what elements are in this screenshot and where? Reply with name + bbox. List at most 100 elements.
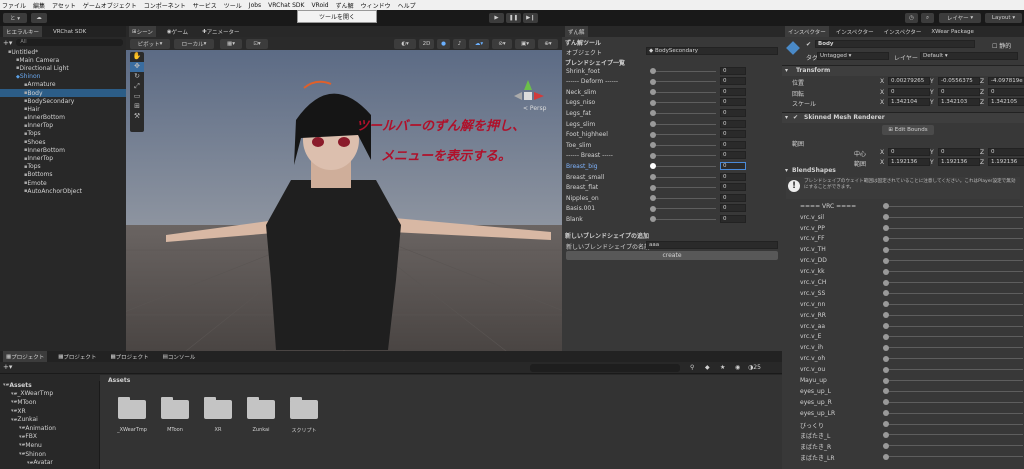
folder-icon[interactable] <box>161 397 189 419</box>
blendshape-slider[interactable] <box>650 195 716 202</box>
slider-knob[interactable] <box>883 279 889 286</box>
smr-enabled-checkbox[interactable]: ✔ <box>793 113 798 123</box>
extent-x-field[interactable]: 1.192136 <box>888 157 930 166</box>
tab-console[interactable]: ▤ コンソール <box>160 351 199 362</box>
slider-knob[interactable] <box>883 431 889 438</box>
menu-item[interactable]: ツール <box>224 1 242 10</box>
transform-z-field[interactable]: 1.342105 <box>988 98 1024 107</box>
tab-game[interactable]: ◉ ゲーム <box>164 26 191 37</box>
menu-item[interactable]: アセット <box>52 1 76 10</box>
scale-tool-icon[interactable]: ⤢ <box>130 82 144 92</box>
hierarchy-item[interactable]: ▪ Emote <box>0 179 126 187</box>
slider-knob[interactable] <box>650 195 656 202</box>
slider-knob[interactable] <box>650 121 656 128</box>
hierarchy-item[interactable]: ▪ Body <box>0 88 126 98</box>
filter-icon[interactable]: ⚲ <box>690 364 694 371</box>
slider-knob[interactable] <box>650 99 656 106</box>
transform-x-field[interactable]: 0 <box>888 87 930 96</box>
blendshape-slider[interactable] <box>650 78 716 85</box>
slider-knob[interactable] <box>650 89 656 96</box>
hierarchy-item[interactable]: ▪ InnerTop <box>0 154 126 162</box>
rotate-tool-icon[interactable]: ↻ <box>130 72 144 82</box>
inspector-blendshape-slider[interactable] <box>883 344 1023 351</box>
slider-knob[interactable] <box>883 399 889 406</box>
slider-knob[interactable] <box>883 333 889 340</box>
blendshape-slider[interactable] <box>650 216 716 223</box>
star-icon[interactable]: ★ <box>720 364 725 371</box>
inspector-blendshape-slider[interactable] <box>883 225 1023 232</box>
inspector-blendshape-slider[interactable] <box>883 388 1023 395</box>
inspector-blendshape-slider[interactable] <box>883 355 1023 362</box>
center-x-field[interactable]: 0 <box>888 147 930 156</box>
slider-knob[interactable] <box>883 235 889 242</box>
audio-icon[interactable]: ♪ <box>453 38 466 49</box>
add-icon[interactable]: +▾ <box>3 39 12 47</box>
project-tree-item[interactable]: ▾▰ MToon <box>0 398 99 407</box>
inspector-blendshape-slider[interactable] <box>883 301 1023 308</box>
hierarchy-item[interactable]: ▪ Bottoms <box>0 171 126 179</box>
blendshape-slider[interactable] <box>650 110 716 117</box>
hierarchy-item[interactable]: ▪ Main Camera <box>0 56 126 64</box>
inspector-blendshape-slider[interactable] <box>883 323 1023 330</box>
inspector-blendshape-slider[interactable] <box>883 333 1023 340</box>
step-button[interactable]: ▶❙ <box>523 13 538 23</box>
edit-bounds-button[interactable]: ⊞ Edit Bounds <box>882 124 934 135</box>
cloud-icon[interactable]: ☁ <box>31 13 47 23</box>
project-tree-item[interactable]: ▾▰ Animation <box>0 424 99 433</box>
project-tree-item[interactable]: ▾▰ Avatar <box>0 458 99 467</box>
inspector-blendshape-slider[interactable] <box>883 366 1023 373</box>
slider-knob[interactable] <box>883 214 889 221</box>
slider-knob[interactable] <box>883 323 889 330</box>
slider-knob[interactable] <box>650 174 656 181</box>
eye-icon[interactable]: ◉ <box>735 364 740 371</box>
transform-header[interactable]: ▾ Transform <box>782 65 1024 76</box>
blendshape-value[interactable]: 0 <box>720 66 746 75</box>
layers-dropdown[interactable]: レイヤー ▾ <box>939 13 981 23</box>
blendshape-slider[interactable] <box>650 89 716 96</box>
layer-dropdown[interactable]: Default ▾ <box>920 52 1018 60</box>
slider-knob[interactable] <box>650 184 656 191</box>
static-checkbox[interactable]: ☐ 静的 <box>992 41 1011 50</box>
create-button[interactable]: create <box>566 251 778 261</box>
smr-header[interactable]: ▾ ✔ Skinned Mesh Renderer <box>782 111 1024 123</box>
account-button[interactable]: と ▾ <box>3 13 27 23</box>
blendshape-value[interactable]: 0 <box>720 77 746 86</box>
tab-inspector-2[interactable]: インスペクター <box>833 26 877 37</box>
slider-knob[interactable] <box>650 68 656 75</box>
mode-2d-button[interactable]: 2D <box>419 38 434 49</box>
project-tree-item[interactable]: ▾▰ Menu <box>0 441 99 450</box>
slider-knob[interactable] <box>883 225 889 232</box>
scene-viewport[interactable]: ツールバーのずん解を押し、 メニューを表示する。 < Persp <box>126 50 562 351</box>
menu-item[interactable]: サービス <box>193 1 217 10</box>
slider-knob[interactable] <box>883 312 889 319</box>
hierarchy-item[interactable]: ▪ InnerBottom <box>0 114 126 122</box>
slider-knob[interactable] <box>883 301 889 308</box>
blendshape-value[interactable]: 0 <box>720 183 746 192</box>
blendshape-slider[interactable] <box>650 174 716 181</box>
blendshape-slider[interactable] <box>650 99 716 106</box>
menu-item[interactable]: 編集 <box>33 1 45 10</box>
project-tree-item[interactable]: ▾▰ Shinon <box>0 450 99 459</box>
transform-x-field[interactable]: 0.00279265 <box>888 77 930 85</box>
pivot-dropdown[interactable]: ピボット ▾ <box>130 38 170 49</box>
transform-z-field[interactable]: -4.097819e <box>988 77 1024 85</box>
snap-icon[interactable]: ⊡▾ <box>246 38 268 49</box>
blendshapes-header[interactable]: ▾ BlendShapes <box>782 167 1024 177</box>
slider-knob[interactable] <box>883 410 889 417</box>
project-tree-item[interactable]: ▾▰ _XWearTmp <box>0 390 99 399</box>
blendshape-value[interactable]: 0 <box>720 108 746 117</box>
slider-knob[interactable] <box>883 246 889 253</box>
project-tree-item[interactable]: ▾▰ FBX <box>0 433 99 442</box>
menu-item[interactable]: コンポーネント <box>144 1 186 10</box>
slider-knob[interactable] <box>883 344 889 351</box>
transform-y-field[interactable]: 1.342103 <box>938 98 980 107</box>
slider-knob[interactable] <box>883 268 889 275</box>
object-field[interactable]: ◆ BodySecondary <box>646 47 778 55</box>
blendshape-slider[interactable] <box>650 184 716 191</box>
transform-x-field[interactable]: 1.342104 <box>888 98 930 107</box>
menu-item[interactable]: VRChat SDK <box>268 2 304 9</box>
hidden-icon[interactable]: ⊘▾ <box>492 38 512 49</box>
slider-knob[interactable] <box>883 421 889 428</box>
blendshape-value[interactable]: 0 <box>720 193 746 202</box>
tab-project-2[interactable]: ▦ プロジェクト <box>55 351 99 362</box>
